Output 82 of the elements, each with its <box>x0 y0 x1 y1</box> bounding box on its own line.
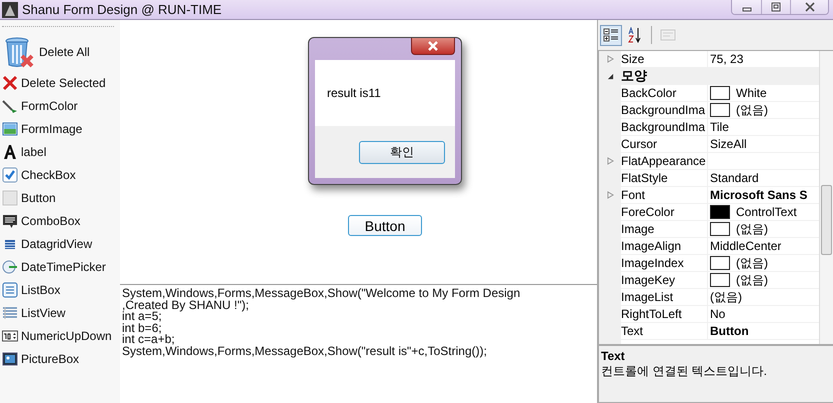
brush-icon <box>2 98 18 114</box>
property-value[interactable]: SizeAll <box>710 137 747 151</box>
property-name: RightToLeft <box>621 306 708 322</box>
property-value[interactable]: Tile <box>710 120 729 134</box>
property-value[interactable]: MiddleCenter <box>710 239 782 253</box>
property-name: Size <box>621 51 708 67</box>
property-value[interactable]: (없음) <box>736 254 768 272</box>
minimize-button[interactable] <box>732 0 761 14</box>
code-line: System,Windows,Forms,MessageBox,Show("Welcome to My Form Design <box>122 288 522 300</box>
property-value[interactable]: (없음) <box>736 102 768 118</box>
property-name: BackgroundIma <box>621 102 708 118</box>
trash-icon <box>4 36 34 68</box>
app-icon <box>2 2 18 18</box>
scrollbar[interactable] <box>819 51 833 344</box>
close-icon <box>427 41 439 51</box>
code-line: ,Created By SHANU !"); <box>122 300 249 312</box>
sort-icon <box>627 27 643 43</box>
description-text: 컨트롤에 연결된 텍스트입니다. <box>601 363 768 380</box>
property-value[interactable]: Microsoft Sans S <box>710 188 808 202</box>
property-name: ImageAlign <box>621 238 708 254</box>
property-name: FlatAppearance <box>621 153 708 169</box>
property-name: Text <box>621 323 708 339</box>
list-view-icon <box>2 304 18 320</box>
code-line: int a=5; <box>122 311 162 323</box>
property-name: Cursor <box>621 136 708 152</box>
property-name: BackColor <box>621 85 708 101</box>
property-name: ImageKey <box>621 272 708 288</box>
clock-icon <box>2 258 18 274</box>
toolbox-item[interactable]: ComboBox <box>0 209 120 232</box>
property-name: ImageList <box>621 289 708 305</box>
categorized-icon <box>603 27 619 43</box>
property-value[interactable]: (없음) <box>736 272 768 288</box>
property-value[interactable]: (없음) <box>710 288 742 306</box>
property-value[interactable]: White <box>736 86 767 100</box>
description-title: Text <box>601 349 626 363</box>
window-title: Shanu Form Design @ RUN-TIME <box>22 2 222 17</box>
toolbox-item[interactable]: NumericUpDown <box>0 324 120 347</box>
property-name: ImageIndex <box>621 255 708 271</box>
categorized-button[interactable] <box>600 24 622 46</box>
toolbox-item[interactable]: label <box>0 140 120 163</box>
cross-icon <box>2 74 18 90</box>
property-value[interactable]: Button <box>710 324 749 338</box>
toolbox-item[interactable]: DateTimePicker <box>0 255 120 278</box>
button-icon <box>2 190 18 206</box>
property-name: Font <box>621 187 708 203</box>
toolbox-item[interactable]: Delete Selected <box>0 71 120 94</box>
letter-icon <box>2 144 18 160</box>
maximize-button[interactable] <box>761 0 790 14</box>
code-line: System,Windows,Forms,MessageBox,Show("result is"+c,ToString()); <box>122 346 488 358</box>
property-value[interactable]: 75, 23 <box>710 52 744 66</box>
property-name: Image <box>621 221 708 237</box>
toolbox-item[interactable]: ListBox <box>0 278 120 301</box>
close-button[interactable] <box>411 38 455 55</box>
form-button[interactable]: Button <box>348 215 422 236</box>
toolbox-item[interactable]: Button <box>0 186 120 209</box>
ok-button[interactable]: 확인 <box>359 140 445 164</box>
toolbox-item[interactable]: ListView <box>0 301 120 324</box>
code-line: int c=a+b; <box>122 334 175 346</box>
toolbox-item[interactable]: FormColor <box>0 94 120 117</box>
maximize-icon <box>770 2 782 12</box>
collapse-arrow-icon[interactable] <box>606 72 614 80</box>
property-value[interactable]: ControlText <box>736 205 797 219</box>
toolbox-item[interactable]: DatagridView <box>0 232 120 255</box>
close-button[interactable] <box>790 0 828 14</box>
property-value[interactable]: No <box>710 307 726 321</box>
category-label: 모양 <box>621 67 647 85</box>
toolbox-item[interactable]: Delete All <box>0 33 120 71</box>
property-name: BackgroundIma <box>621 119 708 135</box>
property-name: FlatStyle <box>621 170 708 186</box>
toolbox-item[interactable]: FormImage <box>0 117 120 140</box>
toolbox-item[interactable]: PictureBox <box>0 347 120 370</box>
property-name: ForeColor <box>621 204 708 220</box>
scroll-thumb[interactable] <box>821 185 832 255</box>
property-value[interactable]: Standard <box>710 171 759 185</box>
close-icon <box>804 2 816 12</box>
code-editor[interactable]: System,Windows,Forms,MessageBox,Show("Welcome to My Form Design ,Created By SHANU !"); int a=5; int b=6; int c=a+b; System,Windows,Forms,MessageBox,Show("result is"+c,ToString()); <box>120 284 597 403</box>
message-text: result is11 <box>327 86 381 100</box>
code-line: int b=6; <box>122 322 162 334</box>
property-value[interactable]: (없음) <box>736 220 768 238</box>
toolbox-item[interactable]: CheckBox <box>0 163 120 186</box>
list-icon <box>2 282 18 298</box>
pages-icon <box>660 27 676 43</box>
